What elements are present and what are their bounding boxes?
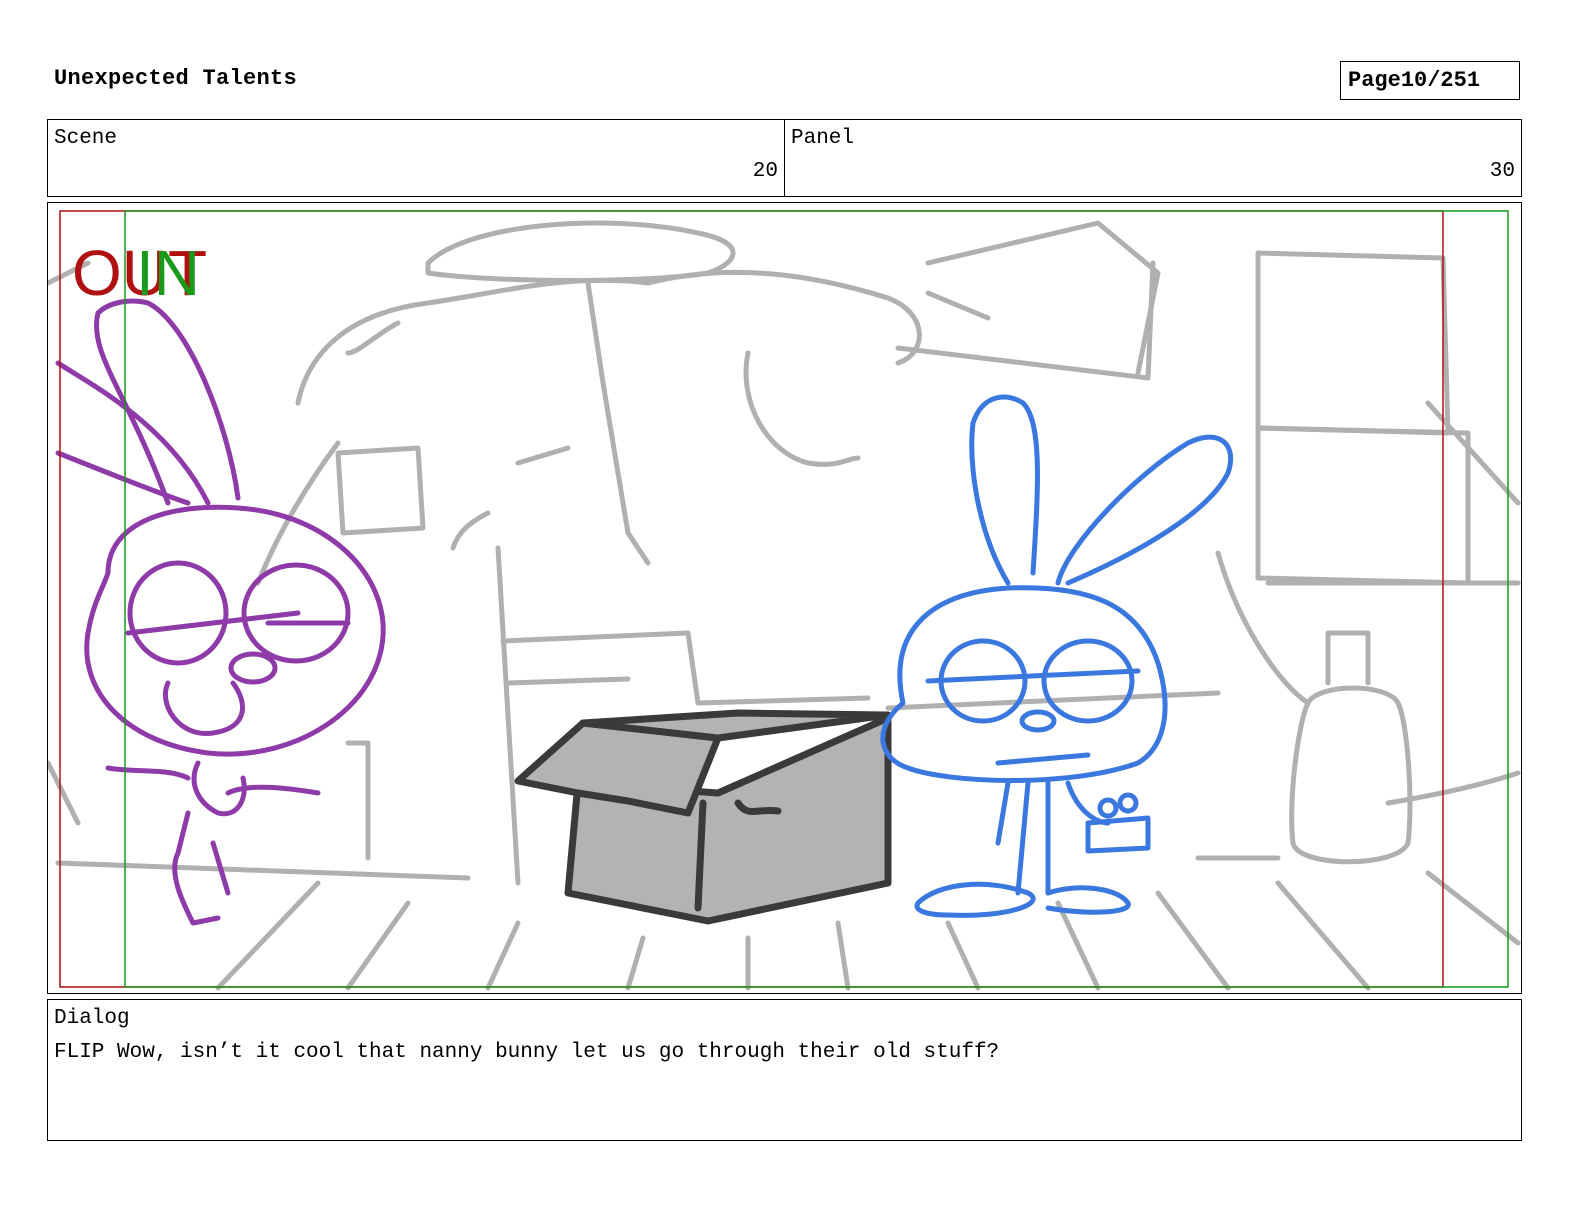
dialog-box: Dialog FLIP Wow, isn’t it cool that nann… <box>47 999 1522 1141</box>
panel-number: 30 <box>1489 160 1515 183</box>
panel-label: Panel <box>791 127 855 150</box>
page-indicator: Page 10/251 <box>1340 61 1520 100</box>
panel-drawing: OUT IN <box>48 210 1521 991</box>
dialog-label: Dialog <box>54 1007 130 1030</box>
scene-cell: Scene 20 <box>48 120 784 196</box>
in-label: IN <box>136 237 200 309</box>
storyboard-panel: OUT IN <box>47 202 1522 994</box>
page-label: Page <box>1348 68 1401 93</box>
dialog-text: FLIP Wow, isn’t it cool that nanny bunny… <box>54 1041 1000 1064</box>
project-title: Unexpected Talents <box>54 66 298 91</box>
cardboard-box <box>514 709 892 925</box>
character-right <box>880 394 1234 918</box>
scene-number: 20 <box>752 160 778 183</box>
panel-cell: Panel 30 <box>784 120 1521 196</box>
scene-label: Scene <box>54 127 118 150</box>
page-number: 10/251 <box>1400 68 1481 93</box>
character-left <box>55 298 386 926</box>
scene-panel-header: Scene 20 Panel 30 <box>47 119 1522 197</box>
